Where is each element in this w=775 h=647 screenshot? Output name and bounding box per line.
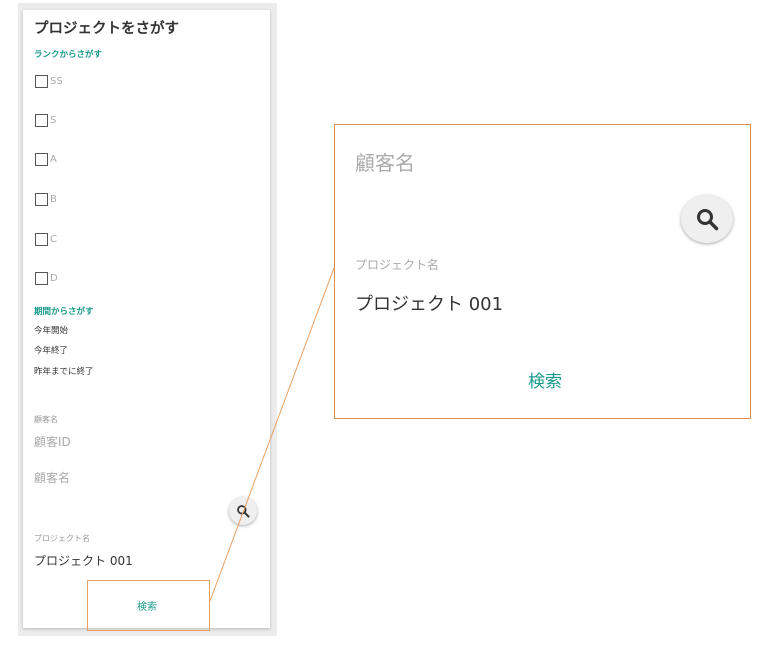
highlight-box	[87, 580, 210, 631]
zoom-project-name-input[interactable]: プロジェクト 001	[355, 290, 503, 316]
zoom-project-label: プロジェクト名	[355, 258, 440, 272]
zoom-customer-name-input[interactable]: 顧客名	[355, 147, 415, 176]
checkbox[interactable]	[35, 113, 48, 127]
rank-label: D	[50, 272, 58, 284]
customer-search-button[interactable]	[229, 497, 257, 525]
checkbox[interactable]	[35, 232, 48, 246]
zoom-submit-search-button[interactable]: 検索	[505, 367, 585, 392]
rank-label: S	[50, 114, 57, 126]
zoom-search-button[interactable]	[681, 195, 733, 243]
checkbox[interactable]	[35, 192, 48, 206]
project-label: プロジェクト名	[34, 534, 90, 543]
rank-checkbox-s[interactable]: S	[35, 112, 56, 128]
period-this-year-end[interactable]: 今年終了	[34, 344, 68, 356]
zoom-callout: 顧客名 プロジェクト名 プロジェクト 001 検索	[334, 124, 751, 419]
checkbox[interactable]	[35, 152, 48, 166]
project-search-panel: プロジェクトをさがす ランクからさがす SS S A B C D 期間からさがす…	[23, 10, 270, 628]
rank-checkbox-c[interactable]: C	[35, 231, 57, 247]
project-name-input[interactable]: プロジェクト 001	[34, 552, 133, 569]
search-icon	[237, 505, 250, 518]
customer-id-input[interactable]: 顧客ID	[34, 433, 71, 450]
period-section-label: 期間からさがす	[34, 307, 94, 317]
checkbox[interactable]	[35, 271, 48, 285]
customer-label: 顧客名	[34, 415, 58, 424]
period-this-year-start[interactable]: 今年開始	[34, 324, 68, 336]
rank-checkbox-a[interactable]: A	[35, 151, 57, 167]
rank-label: A	[50, 153, 57, 165]
rank-label: B	[50, 193, 57, 205]
rank-section-label: ランクからさがす	[34, 50, 103, 60]
rank-checkbox-b[interactable]: B	[35, 191, 57, 207]
checkbox[interactable]	[35, 74, 48, 88]
period-ended-by-last-year[interactable]: 昨年までに終了	[34, 365, 94, 377]
rank-label: C	[50, 233, 57, 245]
customer-name-input[interactable]: 顧客名	[34, 469, 70, 486]
rank-checkbox-ss[interactable]: SS	[35, 73, 63, 89]
rank-checkbox-d[interactable]: D	[35, 270, 58, 286]
search-icon	[697, 209, 719, 231]
panel-title: プロジェクトをさがす	[34, 21, 179, 37]
rank-label: SS	[50, 75, 63, 87]
